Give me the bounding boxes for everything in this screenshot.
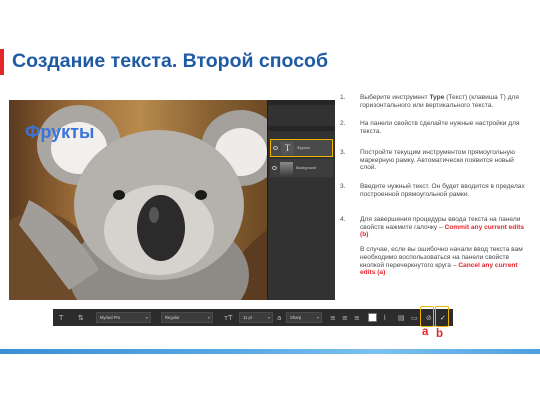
layers-panel: T Фрукты Background — [267, 100, 335, 300]
type-tool-icon[interactable]: T — [59, 309, 63, 326]
font-style-select[interactable]: Regular ▾ — [161, 312, 213, 323]
step-number: 1. — [340, 94, 346, 101]
step-text: Постройте текущим инструментом прямоугол… — [360, 149, 530, 172]
antialias-icon: a — [277, 313, 282, 322]
3d-icon[interactable]: ▭ — [411, 309, 418, 326]
align-center-icon[interactable]: ≡ — [342, 309, 348, 326]
step-number: 3. — [340, 183, 346, 190]
commit-highlight — [435, 306, 449, 327]
font-size-select[interactable]: 11 pt ▾ — [239, 312, 273, 323]
cancel-annotation: a — [422, 326, 429, 338]
step-number: 3. — [340, 149, 346, 156]
step-text: Выберите инструмент Type (Текст) (клавиш… — [360, 94, 530, 109]
text-run: Выберите инструмент — [360, 94, 430, 101]
image-layer-thumb-icon — [280, 161, 293, 175]
step-text: На панели свойств сделайте нужные настро… — [360, 120, 530, 135]
chevron-down-icon: ▾ — [207, 315, 210, 320]
chevron-down-icon: ▾ — [267, 315, 270, 320]
align-right-icon[interactable]: ≡ — [354, 309, 360, 326]
slide-title: Создание текста. Второй способ — [12, 50, 328, 72]
character-panel-icon[interactable]: ▤ — [398, 309, 405, 326]
font-size-icon: ᴛT — [224, 313, 233, 322]
chevron-down-icon: ▾ — [316, 315, 319, 320]
text-run: Постройте текущим инструментом прямоугол… — [360, 149, 515, 172]
step-text: Для завершения процедуры ввода текста на… — [360, 216, 530, 277]
step-number: 2. — [340, 120, 346, 127]
highlighted-command: (a) — [377, 269, 386, 277]
warp-text-icon[interactable]: ⌇ — [383, 309, 386, 326]
footer-stripe — [0, 349, 540, 354]
chevron-down-icon: ▾ — [145, 315, 148, 320]
font-family-select[interactable]: Myriad Pro ▾ — [96, 312, 151, 323]
step-text: Введите нужный текст. Он будет вводится … — [360, 183, 530, 198]
sample-text-fruits: Фрукты — [25, 122, 95, 142]
type-options-toolbar: T ⇅ Myriad Pro ▾ Regular ▾ ᴛT 11 pt ▾ a Sha… — [53, 309, 453, 326]
panel-options-bar — [268, 126, 335, 131]
layer-row-text[interactable]: T Фрукты — [270, 139, 333, 157]
antialias-select[interactable]: Sharp ▾ — [286, 312, 322, 323]
text-color-swatch[interactable] — [368, 309, 377, 326]
text-run: На панели свойств сделайте нужные настро… — [360, 120, 520, 135]
step-number: 4. — [340, 216, 346, 223]
eye-icon[interactable] — [273, 146, 278, 150]
layer-name: Фрукты — [297, 146, 311, 150]
text-run: Type — [429, 94, 445, 101]
title-accent-bar — [0, 49, 4, 75]
cancel-highlight — [420, 306, 434, 327]
layer-row-background[interactable]: Background — [270, 159, 333, 177]
text-orientation-icon[interactable]: ⇅ — [78, 309, 84, 326]
commit-annotation: b — [436, 328, 444, 340]
eye-icon[interactable] — [272, 166, 277, 170]
text-run: Введите нужный текст. Он будет вводится … — [360, 183, 525, 198]
panel-header — [268, 100, 335, 105]
text-layer-thumb-icon: T — [281, 141, 294, 155]
align-left-icon[interactable]: ≡ — [330, 309, 336, 326]
layer-name: Background — [296, 166, 317, 170]
